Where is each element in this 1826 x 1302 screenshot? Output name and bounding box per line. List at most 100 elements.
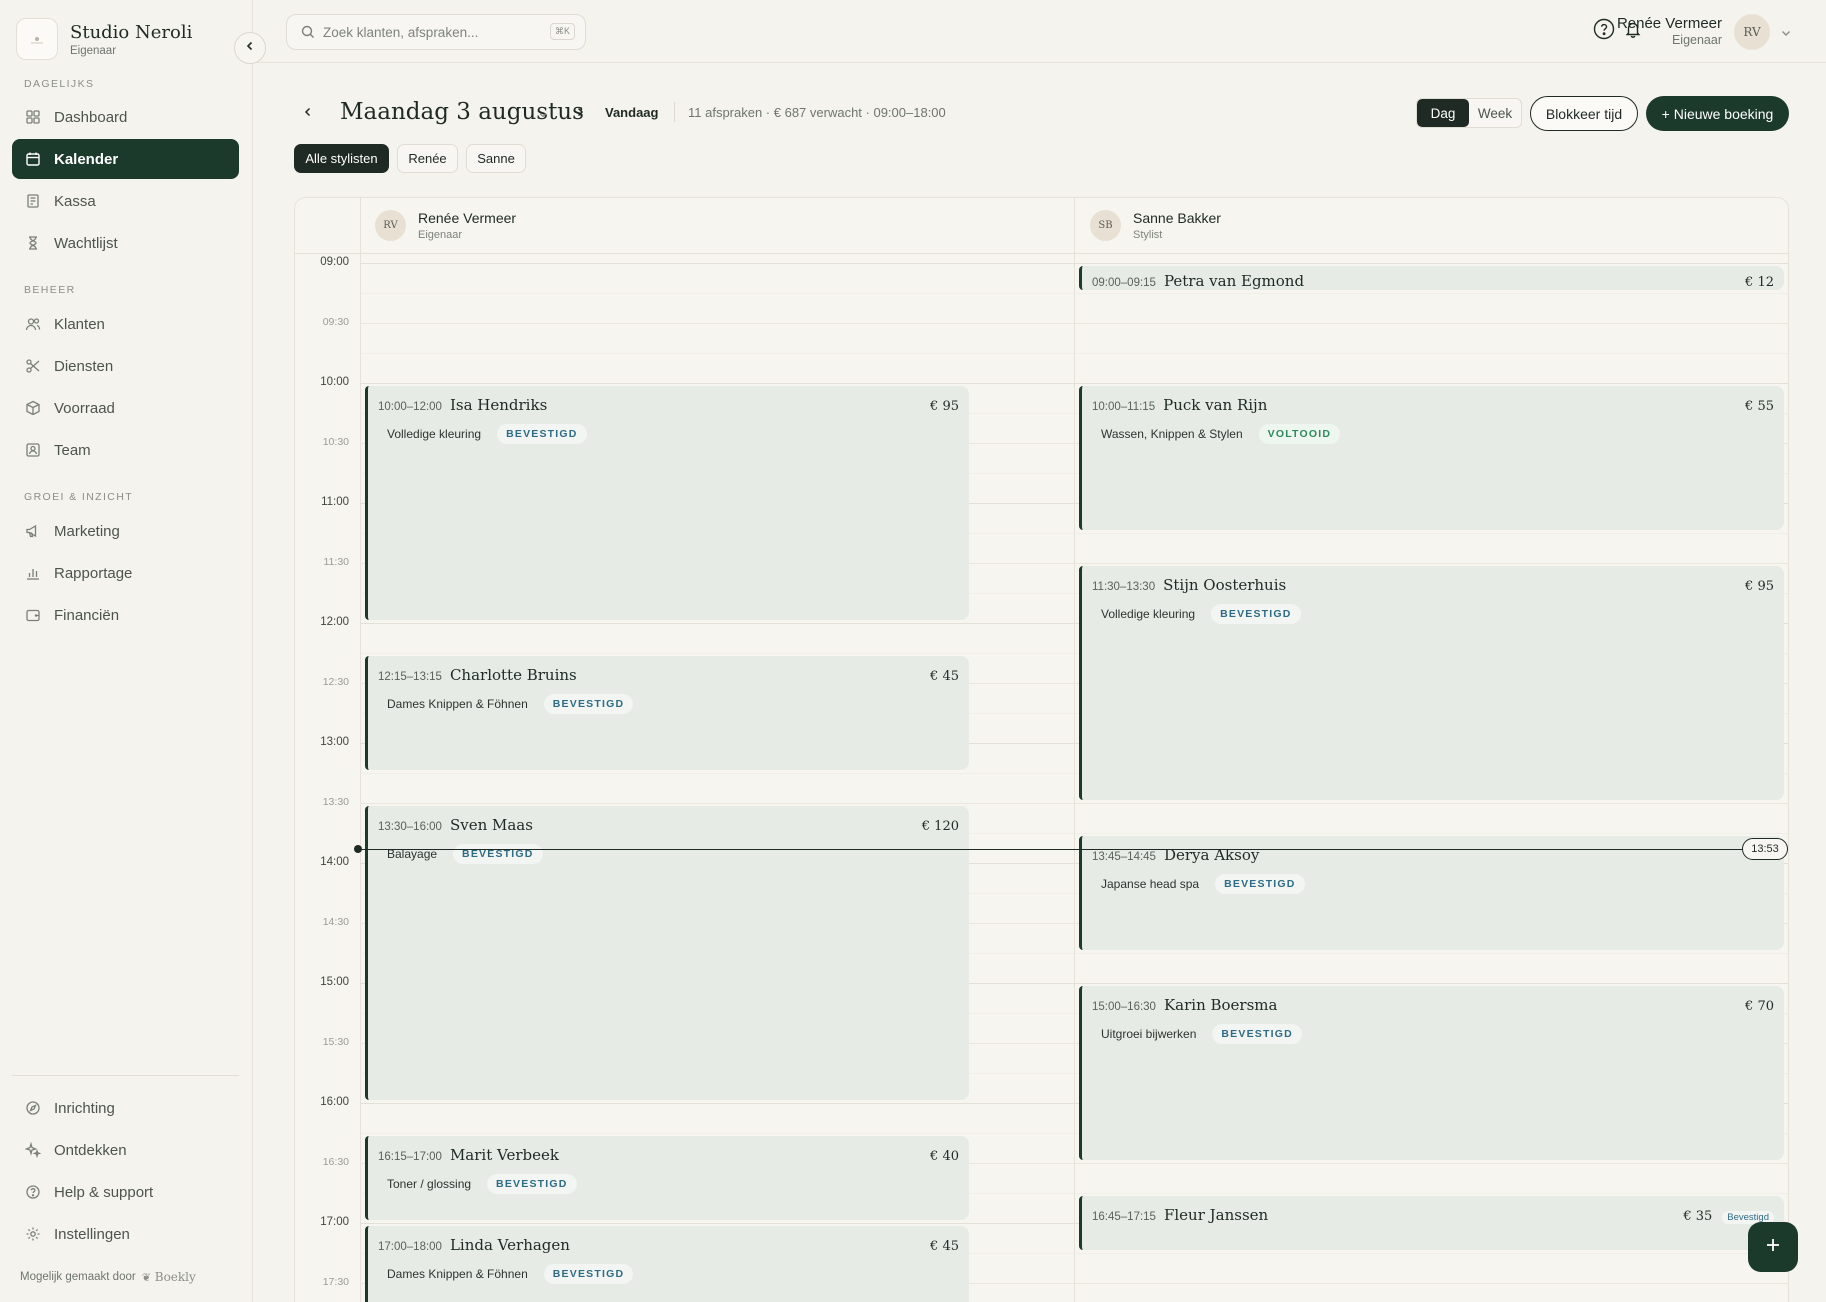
- sidebar-item-rapportage[interactable]: Rapportage: [12, 553, 239, 593]
- search-icon: [301, 25, 315, 39]
- appointment-card[interactable]: 12:15–13:15 Charlotte Bruins € 45 Dames Kni…: [365, 656, 969, 770]
- time-label: 15:00: [320, 976, 349, 988]
- boekly-name: Boekly: [154, 1270, 196, 1284]
- user-menu-button[interactable]: [1780, 26, 1792, 44]
- add-appointment-button[interactable]: [1748, 1222, 1798, 1272]
- appointment-client: Charlotte Bruins: [449, 666, 577, 684]
- filter-all-stylists[interactable]: Alle stylisten: [294, 144, 389, 173]
- nav-section-daily: DAGELIJKS: [24, 78, 95, 90]
- sidebar-item-label: Kassa: [54, 192, 96, 210]
- appointment-details: Wassen, Knippen & Stylen VOLTOOID: [1092, 424, 1774, 444]
- sidebar-item-instellingen[interactable]: Instellingen: [12, 1214, 239, 1254]
- appointment-header: 16:45–17:15 Fleur Janssen € 35 Bevestigd: [1092, 1206, 1774, 1224]
- appointment-card[interactable]: 10:00–12:00 Isa Hendriks € 95 Volledige kle…: [365, 386, 969, 620]
- megaphone-icon: [24, 522, 42, 540]
- appointment-header: 10:00–11:15 Puck van Rijn € 55: [1092, 396, 1774, 414]
- collapse-sidebar-button[interactable]: [234, 32, 266, 64]
- boekly-logo[interactable]: ❦ Boekly: [142, 1270, 196, 1284]
- filter-renee[interactable]: Renée: [397, 144, 458, 173]
- appointment-card[interactable]: 16:45–17:15 Fleur Janssen € 35 Bevestigd: [1079, 1196, 1784, 1250]
- staff-column-renee[interactable]: RV Renée Vermeer Eigenaar: [375, 210, 516, 241]
- sidebar-item-voorraad[interactable]: Voorraad: [12, 388, 239, 428]
- date-picker-button[interactable]: [538, 107, 548, 125]
- view-day-button[interactable]: Dag: [1417, 99, 1469, 127]
- time-label: 09:30: [322, 316, 349, 328]
- sidebar-item-kassa[interactable]: Kassa: [12, 181, 239, 221]
- sidebar-item-financien[interactable]: Financiën: [12, 595, 239, 635]
- appointment-time: 13:30–16:00: [378, 821, 442, 833]
- sidebar-item-dashboard[interactable]: Dashboard: [12, 97, 239, 137]
- appointment-details: Dames Knippen & Föhnen BEVESTIGD: [378, 694, 959, 714]
- sidebar-item-team[interactable]: Team: [12, 430, 239, 470]
- appointment-card[interactable]: 11:30–13:30 Stijn Oosterhuis € 95 Volledige…: [1079, 566, 1784, 800]
- appointment-card[interactable]: 09:00–09:15 Petra van Egmond € 12: [1079, 266, 1784, 290]
- sidebar-item-diensten[interactable]: Diensten: [12, 346, 239, 386]
- view-week-button[interactable]: Week: [1469, 99, 1521, 127]
- sidebar-item-wachtlijst[interactable]: Wachtlijst: [12, 223, 239, 263]
- appointment-time: 13:45–14:45: [1092, 851, 1156, 863]
- sparkle-icon: [24, 1141, 42, 1159]
- staff-column-sanne[interactable]: SB Sanne Bakker Stylist: [1090, 210, 1221, 241]
- appointment-price: € 95: [1745, 579, 1774, 594]
- appointment-price: € 95: [930, 399, 959, 414]
- new-booking-button[interactable]: + Nieuwe boeking: [1646, 96, 1789, 131]
- search-shortcut: ⌘K: [549, 23, 575, 40]
- appointment-card[interactable]: 13:30–16:00 Sven Maas € 120 Balayage BEVESTI…: [365, 806, 969, 1100]
- users-icon: [24, 315, 42, 333]
- time-label: 10:30: [322, 436, 349, 448]
- appointment-card[interactable]: 15:00–16:30 Karin Boersma € 70 Uitgroei bij…: [1079, 986, 1784, 1160]
- gear-icon: [24, 1225, 42, 1243]
- appointment-card[interactable]: 13:45–14:45 Derya Aksoy Japanse head spa BE…: [1079, 836, 1784, 950]
- next-day-button[interactable]: [570, 104, 590, 124]
- time-grid[interactable]: 09:00 09:30 10:00 10:30 11:00 11:30 12:00 12:30…: [295, 255, 1788, 1302]
- status-badge: BEVESTIGD: [453, 844, 543, 864]
- appointment-card[interactable]: 17:00–18:00 Linda Verhagen € 45 Dames Knipp…: [365, 1226, 969, 1302]
- status-badge: VOLTOOID: [1258, 424, 1341, 444]
- appointment-price: € 55: [1745, 399, 1774, 414]
- plus-icon: [1764, 1236, 1782, 1259]
- user-name[interactable]: Renée Vermeer: [1617, 15, 1722, 32]
- brand-name: Studio Neroli: [70, 21, 193, 43]
- appointment-card[interactable]: 16:15–17:00 Marit Verbeek € 40 Toner / glos…: [365, 1136, 969, 1220]
- brand[interactable]: Studio Neroli Eigenaar: [16, 18, 192, 60]
- filter-sanne[interactable]: Sanne: [466, 144, 526, 173]
- staff-name: Renée Vermeer: [418, 210, 517, 226]
- made-by-text: Mogelijk gemaakt door: [20, 1271, 136, 1283]
- chevron-right-icon: [574, 105, 586, 123]
- status-badge: BEVESTIGD: [1215, 874, 1305, 894]
- sidebar-item-marketing[interactable]: Marketing: [12, 511, 239, 551]
- appointment-header: 10:00–12:00 Isa Hendriks € 95: [378, 396, 959, 414]
- help-button[interactable]: [1593, 18, 1615, 42]
- sidebar-item-inrichting[interactable]: Inrichting: [12, 1088, 239, 1128]
- staff-avatar: RV: [375, 210, 406, 241]
- time-label: 15:30: [322, 1036, 349, 1048]
- appointment-time: 17:00–18:00: [378, 1241, 442, 1253]
- previous-day-button[interactable]: [298, 104, 318, 124]
- hourglass-icon: [24, 234, 42, 252]
- time-label: 13:30: [322, 796, 349, 808]
- time-label: 12:30: [322, 676, 349, 688]
- appointment-service: Toner / glossing: [387, 1177, 472, 1191]
- sidebar-item-klanten[interactable]: Klanten: [12, 304, 239, 344]
- avatar[interactable]: RV: [1734, 14, 1770, 50]
- chevron-down-icon: [538, 107, 548, 124]
- time-label: 16:30: [322, 1156, 349, 1168]
- today-button[interactable]: Vandaag: [605, 105, 658, 120]
- time-label: 17:00: [320, 1216, 349, 1228]
- appointment-details: Dames Knippen & Föhnen BEVESTIGD: [378, 1264, 959, 1284]
- sidebar-item-help[interactable]: Help & support: [12, 1172, 239, 1212]
- time-label: 13:00: [320, 736, 349, 748]
- search-input[interactable]: Zoek klanten, afspraken... ⌘K: [286, 14, 586, 50]
- sidebar-item-label: Klanten: [54, 315, 105, 333]
- sidebar-item-ontdekken[interactable]: Ontdekken: [12, 1130, 239, 1170]
- appointment-details: Balayage BEVESTIGD: [378, 844, 959, 864]
- block-time-button[interactable]: Blokkeer tijd: [1530, 96, 1638, 131]
- appointment-time: 10:00–12:00: [378, 401, 442, 413]
- appointment-client: Sven Maas: [449, 816, 533, 834]
- sidebar-item-kalender[interactable]: Kalender: [12, 139, 239, 179]
- appointment-details: Japanse head spa BEVESTIGD: [1092, 874, 1774, 894]
- appointment-details: Volledige kleuring BEVESTIGD: [1092, 604, 1774, 624]
- sidebar-item-label: Inrichting: [54, 1099, 115, 1117]
- appointment-time: 15:00–16:30: [1092, 1001, 1156, 1013]
- appointment-card[interactable]: 10:00–11:15 Puck van Rijn € 55 Wassen, Knip…: [1079, 386, 1784, 530]
